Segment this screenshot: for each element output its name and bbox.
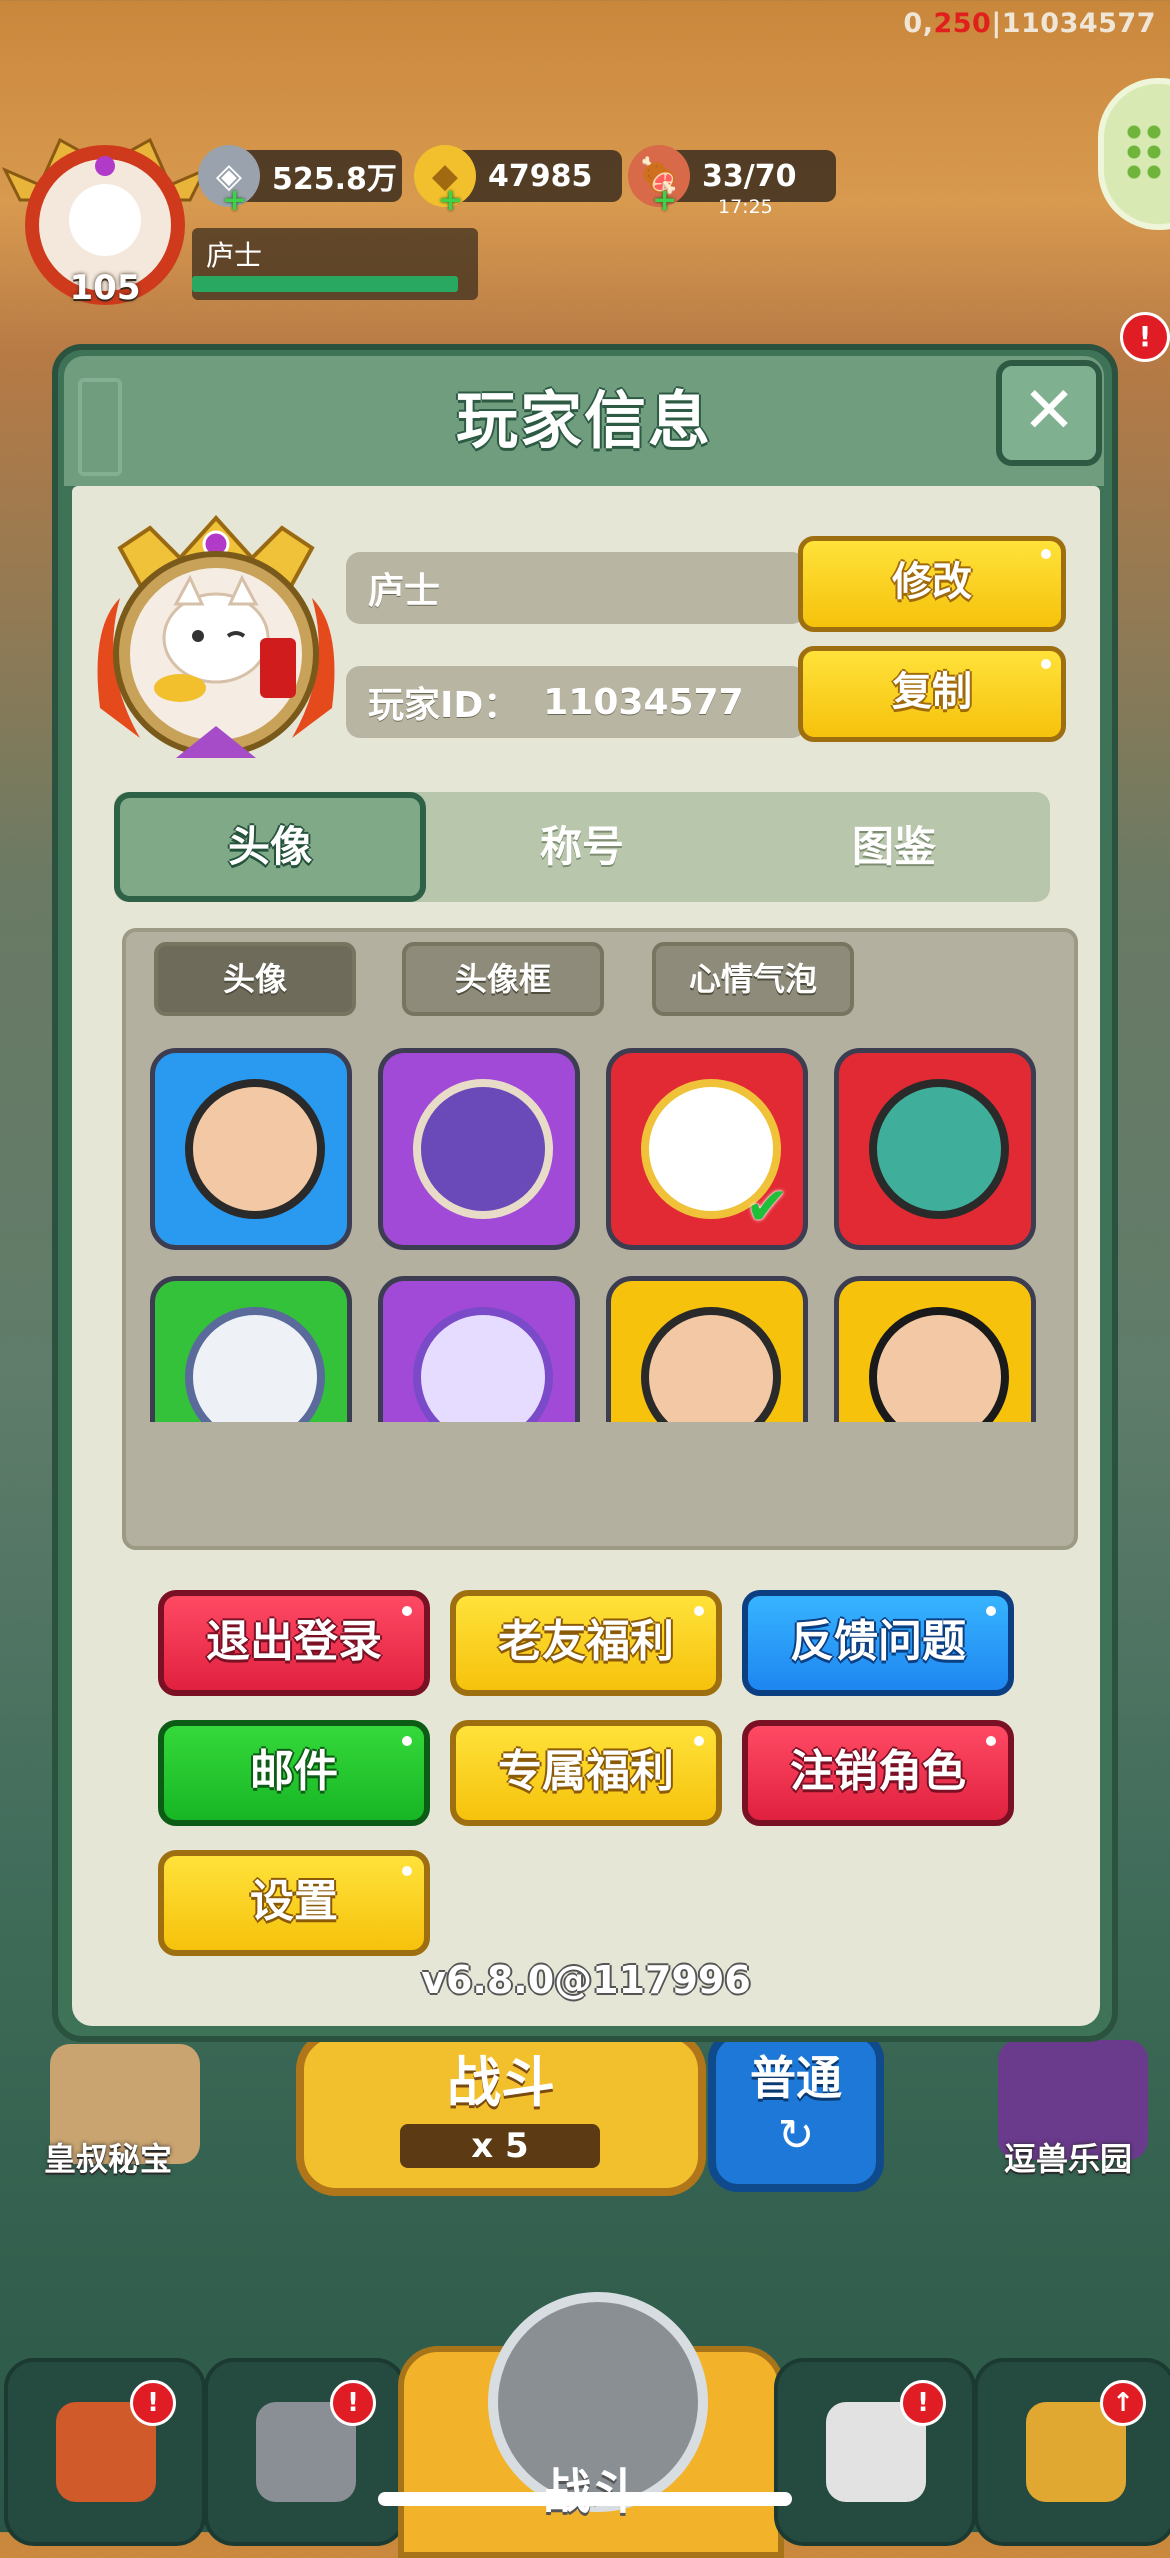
mail-button[interactable]: 邮件 — [158, 1720, 430, 1826]
tab-title[interactable]: 称号 — [426, 792, 738, 902]
unicorn-avatar-icon — [413, 1307, 553, 1422]
add-coins-icon[interactable]: + — [222, 183, 247, 218]
nav-badge: ↑ — [1100, 2380, 1146, 2426]
nav-badge: ! — [330, 2380, 376, 2426]
player-level: 105 — [69, 268, 141, 308]
battle-button-bg: 战斗 x 5 — [296, 2030, 706, 2196]
exclusive-bonus-button[interactable]: 专属福利 — [450, 1720, 722, 1826]
subtab-avatar[interactable]: 头像 — [154, 942, 356, 1016]
player-id-field: 玩家ID： 11034577 — [346, 666, 806, 738]
avatar-option[interactable] — [378, 1276, 580, 1422]
nav-battle-label: 战斗 — [404, 2452, 778, 2522]
nav-shop: ! — [4, 2358, 206, 2546]
battle-label: 战斗 — [447, 2051, 555, 2114]
alert-badge-icon: ! — [1120, 312, 1170, 362]
dragon-avatar-icon — [869, 1079, 1009, 1219]
tab-avatar[interactable]: 头像 — [114, 792, 426, 902]
avatar-option[interactable] — [606, 1276, 808, 1422]
home-indicator[interactable] — [378, 2492, 792, 2506]
avatar-option[interactable] — [834, 1048, 1036, 1250]
player-name-field: 庐士 — [346, 552, 806, 624]
info-tabs: 头像 称号 图鉴 — [114, 792, 1050, 902]
logout-button[interactable]: 退出登录 — [158, 1590, 430, 1696]
mage-avatar-icon — [413, 1079, 553, 1219]
dialog-title: 玩家信息 — [455, 384, 712, 457]
xp-bar — [192, 276, 458, 292]
subtab-mood-bubble[interactable]: 心情气泡 — [652, 942, 854, 1016]
hud-name-bar: 庐士 — [192, 228, 478, 300]
stamina-timer: 17:25 — [718, 196, 773, 218]
brawler-avatar-icon — [641, 1307, 781, 1422]
close-button[interactable]: ✕ — [996, 360, 1102, 466]
player-id-label: 玩家ID： — [368, 685, 520, 726]
right-feature-label: 逗兽乐园 — [1004, 2140, 1133, 2178]
refresh-icon: ↻ — [777, 2110, 815, 2161]
resource-stamina[interactable]: 🍖 33/70 + — [628, 145, 836, 218]
delete-role-button[interactable]: 注销角色 — [742, 1720, 1014, 1826]
edit-name-button[interactable]: 修改 — [798, 536, 1066, 632]
nav-battle: 战斗 — [398, 2292, 784, 2558]
subtab-avatar-frame[interactable]: 头像框 — [402, 942, 604, 1016]
hud-player-name: 庐士 — [206, 239, 263, 272]
mode-label: 普通 — [750, 2051, 842, 2105]
avatar-option[interactable] — [150, 1048, 352, 1250]
menu-dots-icon — [1124, 122, 1164, 182]
avatar-option[interactable] — [834, 1276, 1036, 1422]
old-friend-bonus-button[interactable]: 老友福利 — [450, 1590, 722, 1696]
horse-avatar-icon — [185, 1307, 325, 1422]
player-name-value: 庐士 — [368, 571, 441, 612]
add-stamina-icon[interactable]: + — [652, 183, 677, 218]
avatar-option[interactable] — [150, 1276, 352, 1422]
player-id-value: 11034577 — [543, 681, 744, 723]
main-menu-button[interactable] — [1098, 78, 1170, 230]
player-avatar-large — [97, 515, 335, 758]
tab-collection[interactable]: 图鉴 — [738, 792, 1050, 902]
warrior-avatar-icon — [185, 1079, 325, 1219]
mode-button-bg: 普通 ↻ — [708, 2030, 884, 2192]
selected-check-icon: ✔ — [745, 1177, 789, 1237]
version-label: v6.8.0@117996 — [421, 1958, 751, 2002]
close-icon: ✕ — [1022, 374, 1076, 448]
avatar-option-selected[interactable]: ✔ — [606, 1048, 808, 1250]
add-gold-icon[interactable]: + — [438, 183, 463, 218]
nav-pet: ! — [774, 2358, 976, 2546]
nav-upgrade: ↑ — [974, 2358, 1170, 2546]
resource-gold[interactable]: ◆ 47985 + — [414, 145, 622, 218]
feedback-button[interactable]: 反馈问题 — [742, 1590, 1014, 1696]
nav-badge: ! — [130, 2380, 176, 2426]
nav-badge: ! — [900, 2380, 946, 2426]
resource-coins[interactable]: ◈ 525.8万 + — [198, 145, 402, 218]
avatar-grid: ✔ — [150, 1048, 1050, 1422]
sunglasses-avatar-icon — [869, 1307, 1009, 1422]
copy-id-button[interactable]: 复制 — [798, 646, 1066, 742]
nav-hero: ! — [204, 2358, 406, 2546]
battle-cost: x 5 — [400, 2124, 600, 2168]
left-feature-label: 皇叔秘宝 — [44, 2140, 173, 2178]
avatar-option[interactable] — [378, 1048, 580, 1250]
settings-button[interactable]: 设置 — [158, 1850, 430, 1956]
debug-id-readout: 0,250|11034577 — [903, 8, 1156, 39]
